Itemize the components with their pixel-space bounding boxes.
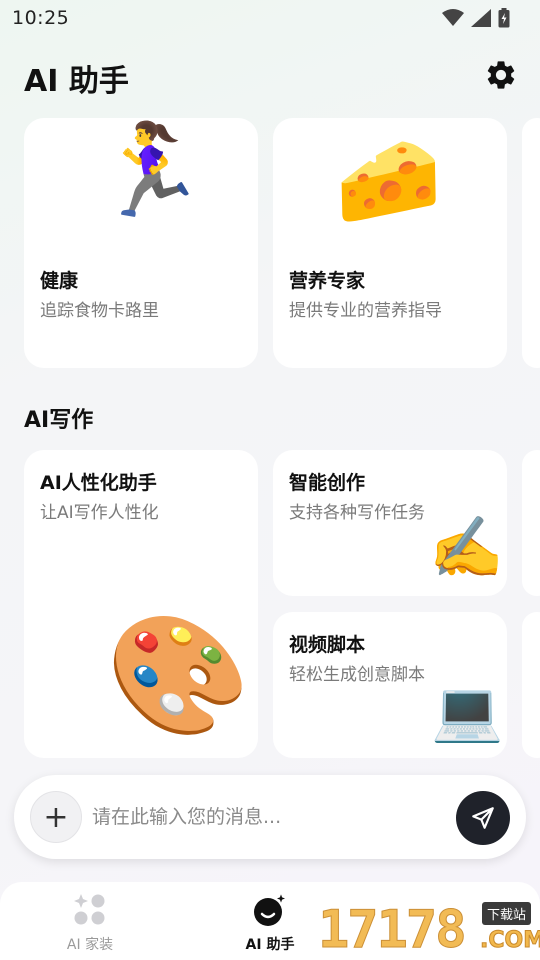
watermark-tag: 下载站 bbox=[482, 902, 532, 925]
status-time: 10:25 bbox=[12, 7, 70, 29]
nutrition-expert-card[interactable]: 🧀 营养专家 提供专业的营养指导 bbox=[273, 118, 507, 368]
card-description: 让AI写作人性化 bbox=[40, 503, 159, 523]
watermark-logo: 17178 下载站 .COM bbox=[312, 898, 540, 960]
card-title: 智能创作 bbox=[289, 472, 366, 494]
send-icon bbox=[472, 807, 494, 829]
nav-label: AI 家装 bbox=[66, 937, 114, 953]
card-description: 轻松生成创意脚本 bbox=[289, 665, 425, 685]
page-title: AI 助手 bbox=[24, 64, 129, 99]
laptop-icon: 💻 bbox=[431, 677, 504, 745]
message-input[interactable] bbox=[92, 797, 442, 837]
palette-icon: 🎨 bbox=[106, 608, 251, 743]
card-description: 追踪食物卡路里 bbox=[40, 301, 159, 321]
health-card[interactable]: 🏃‍♀️ 健康 追踪食物卡路里 bbox=[24, 118, 258, 368]
wifi-icon bbox=[442, 9, 464, 26]
message-input-bar: + bbox=[14, 775, 526, 859]
plus-icon: + bbox=[43, 799, 69, 835]
send-button[interactable] bbox=[456, 791, 510, 845]
runner-icon: 🏃‍♀️ bbox=[94, 118, 207, 223]
section-title: AI写作 bbox=[24, 408, 94, 433]
watermark-digits: 17178 bbox=[318, 900, 468, 960]
card-title: 视频脚本 bbox=[289, 634, 366, 656]
ai-humanizer-card[interactable]: AI人性化助手 让AI写作人性化 🎨 bbox=[24, 450, 258, 758]
card-title: 健康 bbox=[40, 270, 79, 292]
smart-creation-card[interactable]: 智能创作 支持各种写作任务 ✍️ bbox=[273, 450, 507, 596]
battery-icon bbox=[498, 8, 510, 28]
signal-icon bbox=[471, 9, 491, 27]
card-title: 营养专家 bbox=[289, 270, 366, 292]
settings-button[interactable] bbox=[484, 58, 518, 92]
card-description: 提供专业的营养指导 bbox=[289, 301, 442, 321]
grid-icon bbox=[74, 894, 105, 925]
partial-card[interactable] bbox=[522, 450, 540, 596]
card-title: AI人性化助手 bbox=[40, 472, 157, 494]
assistant-icon bbox=[254, 892, 288, 926]
video-script-card[interactable]: 视频脚本 轻松生成创意脚本 💻 bbox=[273, 612, 507, 758]
status-bar: 10:25 bbox=[0, 0, 540, 36]
gear-icon bbox=[487, 61, 515, 89]
partial-card[interactable] bbox=[522, 118, 540, 368]
writing-hand-icon: ✍️ bbox=[429, 513, 504, 583]
partial-card[interactable] bbox=[522, 612, 540, 758]
status-icons bbox=[442, 8, 510, 28]
card-description: 支持各种写作任务 bbox=[289, 503, 425, 523]
add-attachment-button[interactable]: + bbox=[30, 791, 82, 843]
watermark-suffix: .COM bbox=[479, 928, 540, 954]
cheese-icon: 🧀 bbox=[335, 131, 443, 231]
nav-item-ai-home-decor[interactable]: AI 家装 bbox=[0, 882, 180, 960]
